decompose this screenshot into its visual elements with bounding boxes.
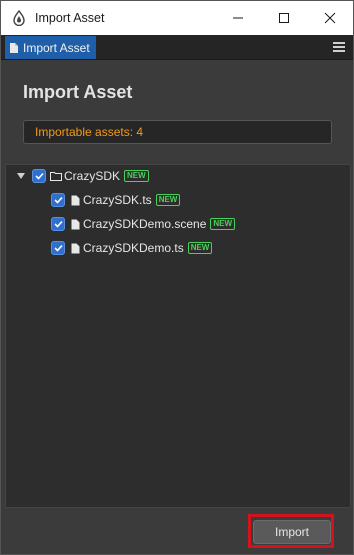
checkmark-icon [34, 172, 44, 180]
tree-item-file[interactable]: CrazySDK.ts NEW [51, 190, 181, 210]
import-button[interactable]: Import [253, 520, 331, 544]
file-icon [69, 242, 81, 254]
checkbox-crazysdkdemo-scene[interactable] [51, 217, 65, 231]
minimize-button[interactable] [215, 1, 261, 35]
tree-item-label: CrazySDKDemo.scene [83, 217, 207, 231]
tree-item-label: CrazySDKDemo.ts [83, 241, 184, 255]
tree-item-label: CrazySDK.ts [83, 193, 152, 207]
maximize-icon [279, 13, 289, 23]
page-title: Import Asset [23, 82, 133, 102]
checkbox-crazysdkdemo-ts[interactable] [51, 241, 65, 255]
tree-item-file[interactable]: CrazySDKDemo.ts NEW [51, 238, 213, 258]
tab-label: Import Asset [23, 40, 90, 55]
new-badge: NEW [155, 194, 181, 206]
file-icon [69, 218, 81, 230]
file-icon [69, 194, 81, 206]
new-badge: NEW [187, 242, 213, 254]
minimize-icon [233, 17, 243, 19]
new-badge: NEW [124, 170, 149, 182]
expand-arrow-icon[interactable] [17, 173, 25, 179]
checkbox-crazysdk[interactable] [32, 169, 46, 183]
folder-icon [50, 170, 62, 182]
tree-item-label: CrazySDK [64, 169, 121, 183]
close-button[interactable] [307, 1, 353, 35]
close-icon [324, 12, 336, 24]
window-titlebar: Import Asset [1, 1, 353, 35]
footer-bar: Import [1, 508, 353, 554]
asset-tree: CrazySDK NEW CrazySDK.ts NEW CrazySDKDem… [5, 164, 351, 508]
tab-import-asset[interactable]: Import Asset [5, 36, 96, 59]
checkbox-crazysdk-ts[interactable] [51, 193, 65, 207]
checkmark-icon [53, 196, 63, 204]
document-icon [10, 42, 18, 53]
maximize-button[interactable] [261, 1, 307, 35]
importable-assets-count: Importable assets: 4 [35, 125, 144, 139]
checkmark-icon [53, 220, 63, 228]
importable-assets-box: Importable assets: 4 [23, 120, 332, 144]
panel-tab-strip: Import Asset [1, 35, 353, 60]
checkmark-icon [53, 244, 63, 252]
new-badge: NEW [210, 218, 236, 230]
main-content: Import Asset Importable assets: 4 CrazyS… [1, 60, 353, 554]
tree-item-folder[interactable]: CrazySDK NEW [17, 166, 149, 186]
app-logo-icon [11, 10, 27, 26]
hamburger-menu-icon[interactable] [333, 40, 345, 54]
window-title: Import Asset [35, 11, 105, 25]
tree-item-file[interactable]: CrazySDKDemo.scene NEW [51, 214, 236, 234]
import-asset-window: Import Asset Import Asset Import Asset I… [0, 0, 354, 555]
